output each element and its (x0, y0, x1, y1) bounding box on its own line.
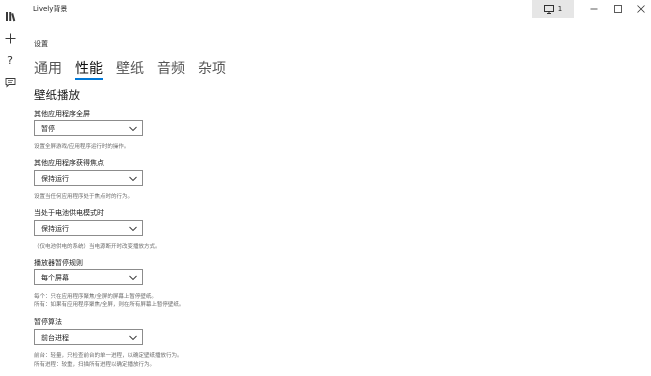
pause-algorithm-dropdown[interactable]: 前台进程 (34, 329, 143, 345)
focus-rule-dropdown[interactable]: 保持运行 (34, 170, 143, 186)
focus-rule-label: 其他应用程序获得焦点 (34, 159, 104, 167)
focus-rule-description: 设置当任何应用程序处于焦点时的行为。 (34, 194, 134, 200)
pause-rule-value: 每个屏幕 (41, 274, 69, 282)
battery-rule-value: 保持运行 (41, 225, 69, 233)
page-title: 设置 (34, 40, 48, 48)
focus-rule-value: 保持运行 (41, 175, 69, 183)
library-icon[interactable] (3, 9, 17, 23)
chevron-down-icon (129, 126, 137, 132)
left-nav-bar: ? (0, 0, 20, 376)
pause-rule-label: 播放器暂停规则 (34, 259, 83, 267)
lively-settings-window: ? Lively背景 1 设置 通用 性能 壁纸 音频 杂项 壁纸播放 其他应用… (0, 0, 651, 376)
settings-tabs: 通用 性能 壁纸 音频 杂项 (34, 60, 226, 80)
pause-algorithm-label: 暂停算法 (34, 318, 62, 326)
battery-rule-label: 当处于电池供电模式时 (34, 209, 104, 217)
tab-audio[interactable]: 音频 (157, 60, 185, 78)
chevron-down-icon (129, 226, 137, 232)
tab-general[interactable]: 通用 (34, 60, 62, 78)
fullscreen-rule-value: 暂停 (41, 125, 55, 133)
help-glyph: ? (7, 53, 13, 67)
pause-algorithm-description-line-1: 前台：轻量，只检查前台的单一进程，以确定壁纸播放行为。 (34, 353, 183, 359)
help-icon[interactable]: ? (3, 53, 17, 67)
add-icon[interactable] (3, 31, 17, 45)
pause-algorithm-value: 前台进程 (41, 334, 69, 342)
pause-rule-dropdown[interactable]: 每个屏幕 (34, 269, 143, 285)
fullscreen-rule-label: 其他应用程序全屏 (34, 110, 90, 118)
chevron-down-icon (129, 275, 137, 281)
pause-algorithm-description-line-2: 所有进程：较重，扫描所有进程以确定播放行为。 (34, 362, 156, 368)
pause-rule-description-line-1: 每个：只在应用程序聚焦/全屏的屏幕上暂停壁纸。 (34, 294, 157, 300)
fullscreen-rule-description: 设置全屏游戏/应用程序运行时的操作。 (34, 144, 130, 150)
section-title: 壁纸播放 (34, 88, 80, 102)
pause-rule-description-line-2: 所有：如果有应用程序聚焦/全屏，则在所有屏幕上暂停壁纸。 (34, 302, 185, 308)
battery-rule-description: （仅电池供电的系统）当电源断开时改变播放方式。 (34, 244, 161, 250)
tab-performance-label: 性能 (75, 61, 103, 77)
feedback-icon[interactable] (3, 75, 17, 89)
chevron-down-icon (129, 335, 137, 341)
tab-wallpaper[interactable]: 壁纸 (116, 60, 144, 78)
settings-content: 设置 通用 性能 壁纸 音频 杂项 壁纸播放 其他应用程序全屏 暂停 设置全屏游… (34, 0, 634, 376)
active-tab-underline (75, 78, 103, 80)
close-icon (637, 5, 645, 13)
tab-misc[interactable]: 杂项 (198, 60, 226, 78)
chevron-down-icon (129, 176, 137, 182)
fullscreen-rule-dropdown[interactable]: 暂停 (34, 120, 143, 136)
tab-performance[interactable]: 性能 (75, 60, 103, 80)
battery-rule-dropdown[interactable]: 保持运行 (34, 220, 143, 236)
